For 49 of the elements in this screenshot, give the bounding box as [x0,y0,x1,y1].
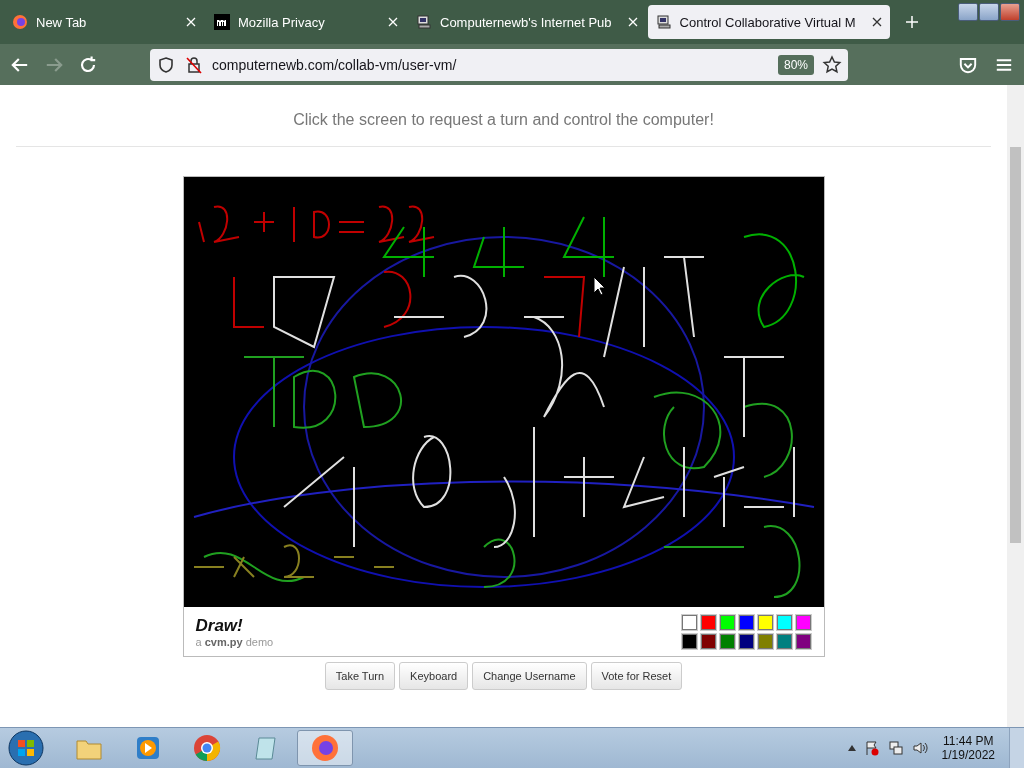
start-button[interactable] [6,728,46,768]
drawing-canvas[interactable] [183,177,824,607]
color-swatch[interactable] [776,614,792,630]
firefox-icon [12,14,28,30]
color-swatch[interactable] [700,633,716,649]
url-text: computernewb.com/collab-vm/user-vm/ [212,56,458,73]
taskbar-button[interactable] [297,730,353,766]
time-text: 11:44 PM [943,734,994,748]
color-swatch[interactable] [776,633,792,649]
action-button[interactable]: Vote for Reset [590,662,683,690]
new-tab-icon[interactable] [905,16,918,28]
browser-tab[interactable]: New Tab [4,5,204,39]
speaker-icon[interactable] [911,740,928,756]
network-icon[interactable] [887,740,904,756]
browser-tab[interactable]: Mozilla Privacy [206,5,406,39]
action-button[interactable]: Take Turn [324,662,396,690]
computer-icon [655,14,672,30]
chrome-icon [192,733,222,763]
color-swatch[interactable] [757,614,773,630]
address-bar[interactable]: computernewb.com/collab-vm/user-vm/ 80% [150,48,848,81]
letter-m-icon [214,14,230,30]
color-swatch[interactable] [700,614,716,630]
browser-tab[interactable]: Control Collaborative Virtual M [647,5,890,39]
app-subtitle: a cvm.py demo [195,635,274,648]
color-swatch[interactable] [738,614,754,630]
lock-icon [184,54,204,75]
color-swatch[interactable] [719,633,735,649]
app-title: Draw! [195,615,244,636]
star-icon[interactable] [822,54,842,75]
show-hidden-icons-icon[interactable] [847,745,856,751]
color-swatch[interactable] [795,633,811,649]
color-swatch[interactable] [719,614,735,630]
action-button[interactable]: Change Username [472,662,587,690]
zoom-badge[interactable]: 80% [777,54,814,75]
color-swatch[interactable] [757,633,773,649]
date-text: 1/19/2022 [941,748,995,762]
shield-icon [156,54,176,75]
clock[interactable]: 11:44 PM 1/19/2022 [941,734,995,762]
color-swatch[interactable] [795,614,811,630]
action-button[interactable]: Keyboard [399,662,469,690]
flag-icon[interactable] [863,740,880,756]
color-swatch[interactable] [681,633,697,649]
instruction-text: Click the screen to request a turn and control the computer! [293,111,714,129]
browser-tab[interactable]: Computernewb's Internet Pub [408,5,646,39]
color-swatch[interactable] [681,614,697,630]
color-swatch[interactable] [738,633,754,649]
firefox-icon [310,733,340,763]
computer-icon [416,14,432,30]
scrollbar[interactable] [1007,85,1024,727]
